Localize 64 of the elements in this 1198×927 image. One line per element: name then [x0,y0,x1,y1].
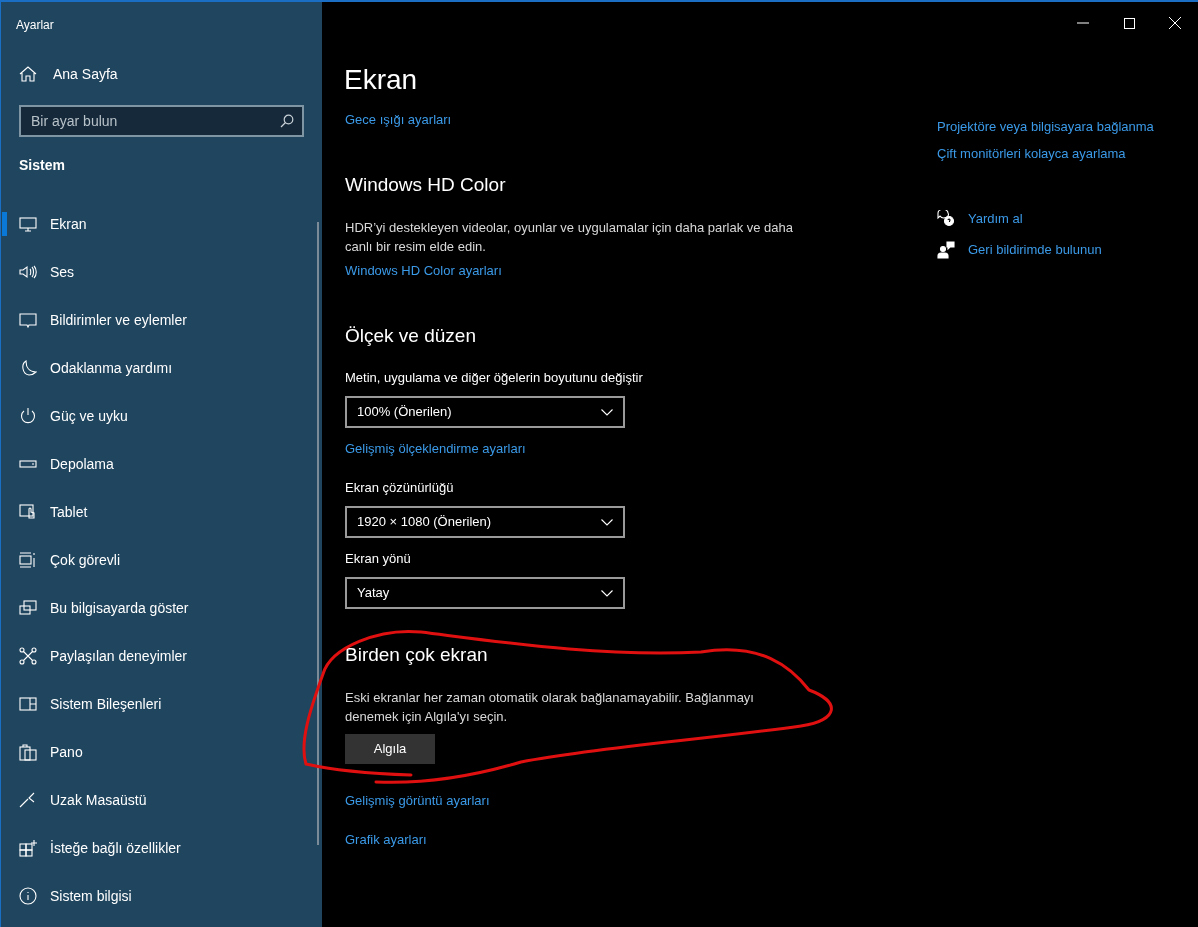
sidebar-item[interactable]: Sistem bilgisi [1,872,322,920]
sidebar-item[interactable]: Ses [1,248,322,296]
chevron-down-icon [601,518,613,526]
maximize-icon[interactable] [1123,17,1135,29]
home-icon [19,65,37,83]
settings-link[interactable]: Windows HD Color ayarları [345,261,502,281]
scrollbar[interactable] [317,222,319,845]
window-title: Ayarlar [16,17,54,33]
chevron-down-icon [601,589,613,597]
sidebar-item[interactable]: Ekran [1,200,322,248]
home-link[interactable]: Ana Sayfa [1,50,322,98]
settings-link[interactable]: Gelişmiş görüntü ayarları [345,791,490,811]
search-icon [280,114,294,128]
field-label: Ekran yönü [345,550,411,568]
sidebar-item[interactable]: Odaklanma yardımı [1,344,322,392]
detect-button[interactable]: Algıla [345,734,435,764]
section-heading: Windows HD Color [345,173,506,197]
page-title: Ekran [344,63,418,97]
moon-icon [19,359,37,377]
monitor-icon [19,215,37,233]
sidebar-item[interactable]: Bu bilgisayarda göster [1,584,322,632]
settings-link[interactable]: Gece ışığı ayarları [345,110,452,130]
sidebar-item[interactable]: Uzak Masaüstü [1,776,322,824]
multitask-icon [19,551,37,569]
power-icon [19,407,37,425]
clipboard-icon [19,743,37,761]
sidebar-item[interactable]: Sistem Bileşenleri [1,680,322,728]
sidebar-item[interactable]: Pano [1,728,322,776]
sidebar-item[interactable]: Depolama [1,440,322,488]
sidebar-item[interactable]: Bildirimler ve eylemler [1,296,322,344]
description-text: Eski ekranlar her zaman otomatik olarak bağlanamayabilir. Bağlanmayı denemek için Algıla'yı seçin. [345,689,755,726]
search-field[interactable]: Bir ayar bulun [19,105,304,137]
components-icon [19,695,37,713]
settings-link[interactable]: Grafik ayarları [345,830,427,850]
description-text: HDR’yi destekleyen videolar, oyunlar ve uygulamalar için daha parlak ve daha canlı bir resim elde edin. [345,219,795,256]
tablet-icon [19,503,37,521]
project-icon [19,599,37,617]
related-link[interactable]: Çift monitörleri kolayca ayarlama [937,144,1126,164]
close-icon[interactable] [1169,17,1181,29]
sidebar-item[interactable]: İsteğe bağlı özellikler [1,824,322,872]
section-heading: Sistem [19,156,65,175]
chevron-down-icon [601,408,613,416]
sidebar-item[interactable]: Paylaşılan deneyimler [1,632,322,680]
section-heading: Birden çok ekran [345,643,488,667]
sidebar-item[interactable]: Güç ve uyku [1,392,322,440]
section-heading: Ölçek ve düzen [345,324,476,348]
dropdown[interactable]: 100% (Önerilen) [345,396,625,428]
sidebar-item[interactable]: Çok görevli [1,536,322,584]
message-icon [19,311,37,329]
help-link[interactable]: Geri bildirimde bulunun [968,240,1102,260]
sidebar-item[interactable]: Tablet [1,488,322,536]
related-link[interactable]: Projektöre veya bilgisayara bağlanma [937,117,1154,137]
add-apps-icon [19,839,37,857]
dropdown[interactable]: Yatay [345,577,625,609]
person-feedback-icon [937,241,955,259]
field-label: Ekran çözünürlüğü [345,479,454,497]
settings-link[interactable]: Gelişmiş ölçeklendirme ayarları [345,439,526,459]
help-link[interactable]: Yardım al [968,209,1023,229]
remote-icon [19,791,37,809]
share-icon [19,647,37,665]
field-label: Metin, uygulama ve diğer öğelerin boyutunu değiştir [345,369,643,387]
dropdown[interactable]: 1920 × 1080 (Önerilen) [345,506,625,538]
speaker-icon [19,263,37,281]
info-icon [19,887,37,905]
